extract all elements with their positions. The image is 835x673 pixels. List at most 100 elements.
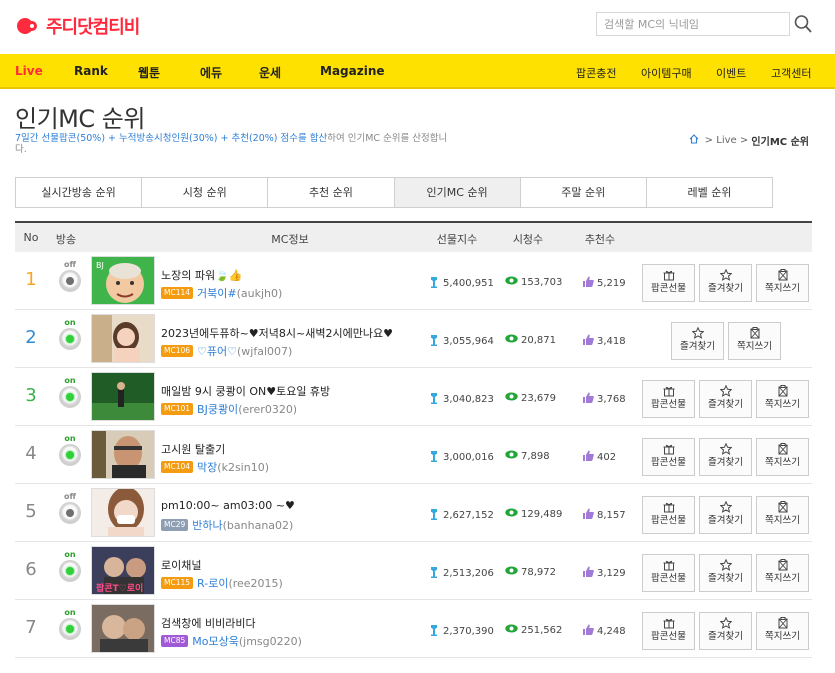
eye-icon [505,566,518,578]
broadcast-status[interactable]: on [58,318,82,350]
gift-box-icon [643,269,694,283]
eye-icon [505,334,518,346]
search-icon[interactable] [794,14,812,34]
message-icon [757,617,808,631]
gift-index: 3,055,964 [428,334,494,349]
tab-weekend[interactable]: 주말 순위 [521,178,647,207]
action-button[interactable]: 즐겨찾기 [671,322,724,360]
thumbs-up-icon [582,276,594,290]
mc-nickname[interactable]: 반하나 [192,517,222,533]
broadcast-status[interactable]: off [58,260,82,292]
broadcast-status[interactable]: on [58,608,82,640]
mc-id: (erer0320) [238,402,298,416]
action-button[interactable]: 즐겨찾기 [699,264,752,302]
action-button[interactable]: 쪽지쓰기 [756,380,809,418]
breadcrumb-live[interactable]: Live [716,135,736,146]
action-button[interactable]: 즐겨찾기 [699,612,752,650]
broadcast-status[interactable]: on [58,434,82,466]
mc-thumbnail[interactable] [91,430,155,479]
action-button[interactable]: 쪽지쓰기 [756,438,809,476]
broadcast-title[interactable]: 2023년에두퓨하~♥저녁8시~새벽2시에만나요♥ [161,325,393,341]
nav-popcorn-charge[interactable]: 팝콘충전 [576,65,616,81]
mc-nickname[interactable]: Mo모상욱 [192,633,239,649]
action-button[interactable]: 즐겨찾기 [699,554,752,592]
action-button[interactable]: 쪽지쓰기 [756,264,809,302]
action-button[interactable]: 즐겨찾기 [699,438,752,476]
broadcast-title[interactable]: pm10:00~ am03:00 ~♥ [161,499,295,512]
action-button[interactable]: 쪽지쓰기 [756,554,809,592]
nav-event[interactable]: 이벤트 [716,65,746,81]
thumbs-up-icon [582,624,594,638]
nav-customer-center[interactable]: 고객센터 [771,65,811,81]
broadcast-status[interactable]: off [58,492,82,524]
mc-nickname[interactable]: 막장 [197,459,217,475]
recommend-count: 8,157 [582,508,626,522]
broadcast-toggle-icon [59,328,81,350]
tab-popular-mc[interactable]: 인기MC 순위 [394,178,521,207]
action-button[interactable]: 즐겨찾기 [699,496,752,534]
action-label: 팝콘선물 [651,283,686,294]
gift-index: 2,370,390 [428,624,494,639]
action-button[interactable]: 쪽지쓰기 [728,322,781,360]
action-button[interactable]: 팝콘선물 [642,438,695,476]
mc-info: MC104 막장 (k2sin10) [161,459,269,475]
mc-thumbnail[interactable]: BJ [91,256,155,305]
trophy-icon [428,334,440,349]
search-input[interactable] [596,12,790,36]
mc-thumbnail[interactable]: 팝콘T♡로이 [91,546,155,595]
mc-nickname[interactable]: BJ쿵쾅이 [197,401,238,417]
action-button[interactable]: 쪽지쓰기 [756,496,809,534]
mc-thumbnail[interactable] [91,488,155,537]
nav-live[interactable]: Live [15,64,43,78]
mc-nickname[interactable]: 거북이# [197,285,237,301]
broadcast-title[interactable]: 노장의 파워🍃👍 [161,267,243,283]
action-button[interactable]: 쪽지쓰기 [756,612,809,650]
nav-rank[interactable]: Rank [74,64,108,78]
broadcast-title[interactable]: 로이채널 [161,557,201,573]
recommend-count: 4,248 [582,624,626,638]
mc-nickname[interactable]: ♡퓨어♡ [197,343,237,359]
mc-nickname[interactable]: R-로이 [197,575,228,591]
logo-text: 주디닷컴티비 [46,17,140,38]
eye-icon [505,508,518,520]
broadcast-title[interactable]: 고시원 탈출기 [161,441,225,457]
mc-thumbnail[interactable] [91,604,155,653]
broadcast-status[interactable]: on [58,376,82,408]
breadcrumb-current: 인기MC 순위 [751,137,809,148]
tab-level[interactable]: 레벨 순위 [647,178,772,207]
action-label: 쪽지쓰기 [765,283,800,294]
mc-thumbnail[interactable] [91,314,155,363]
mc-thumbnail[interactable] [91,372,155,421]
broadcast-title[interactable]: 매일밤 9시 쿵쾅이 ON♥토요일 휴방 [161,383,330,399]
nav-item-purchase[interactable]: 아이템구매 [641,65,692,81]
broadcast-status[interactable]: on [58,550,82,582]
tab-views[interactable]: 시청 순위 [142,178,269,207]
recommend-count: 5,219 [582,276,626,290]
action-button[interactable]: 즐겨찾기 [699,380,752,418]
nav-magazine[interactable]: Magazine [320,64,385,78]
action-button[interactable]: 팝콘선물 [642,380,695,418]
page-description: 7일간 선물팝콘(50%) + 누적방송시청인원(30%) + 추천(20%) … [15,133,455,155]
tab-recommend[interactable]: 추천 순위 [268,178,395,207]
tab-realtime[interactable]: 실시간방송 순위 [16,178,143,207]
site-logo[interactable]: 주디닷컴티비 [17,13,140,39]
gift-index: 2,513,206 [428,566,494,581]
nav-fortune[interactable]: 운세 [259,64,281,81]
action-label: 쪽지쓰기 [765,515,800,526]
action-button[interactable]: 팝콘선물 [642,264,695,302]
nav-webtoon[interactable]: 웹툰 [138,64,160,81]
mc-id: (ree2015) [228,576,283,590]
action-button[interactable]: 팝콘선물 [642,554,695,592]
action-button[interactable]: 팝콘선물 [642,496,695,534]
mc-level-badge: MC114 [161,287,194,299]
action-button[interactable]: 팝콘선물 [642,612,695,650]
broadcast-title[interactable]: 검색창에 비비라비다 [161,615,256,631]
table-row: 6 on 팝콘T♡로이 로이채널 MC115 R-로이 (ree2015) 2,513,206… [15,542,812,600]
nav-edu[interactable]: 에듀 [200,64,222,81]
view-count: 20,871 [505,334,556,346]
broadcast-status-label: on [64,550,76,559]
recommend-count: 402 [582,450,616,464]
header-views: 시청수 [512,233,544,246]
message-icon [757,501,808,515]
home-icon[interactable] [689,134,699,147]
